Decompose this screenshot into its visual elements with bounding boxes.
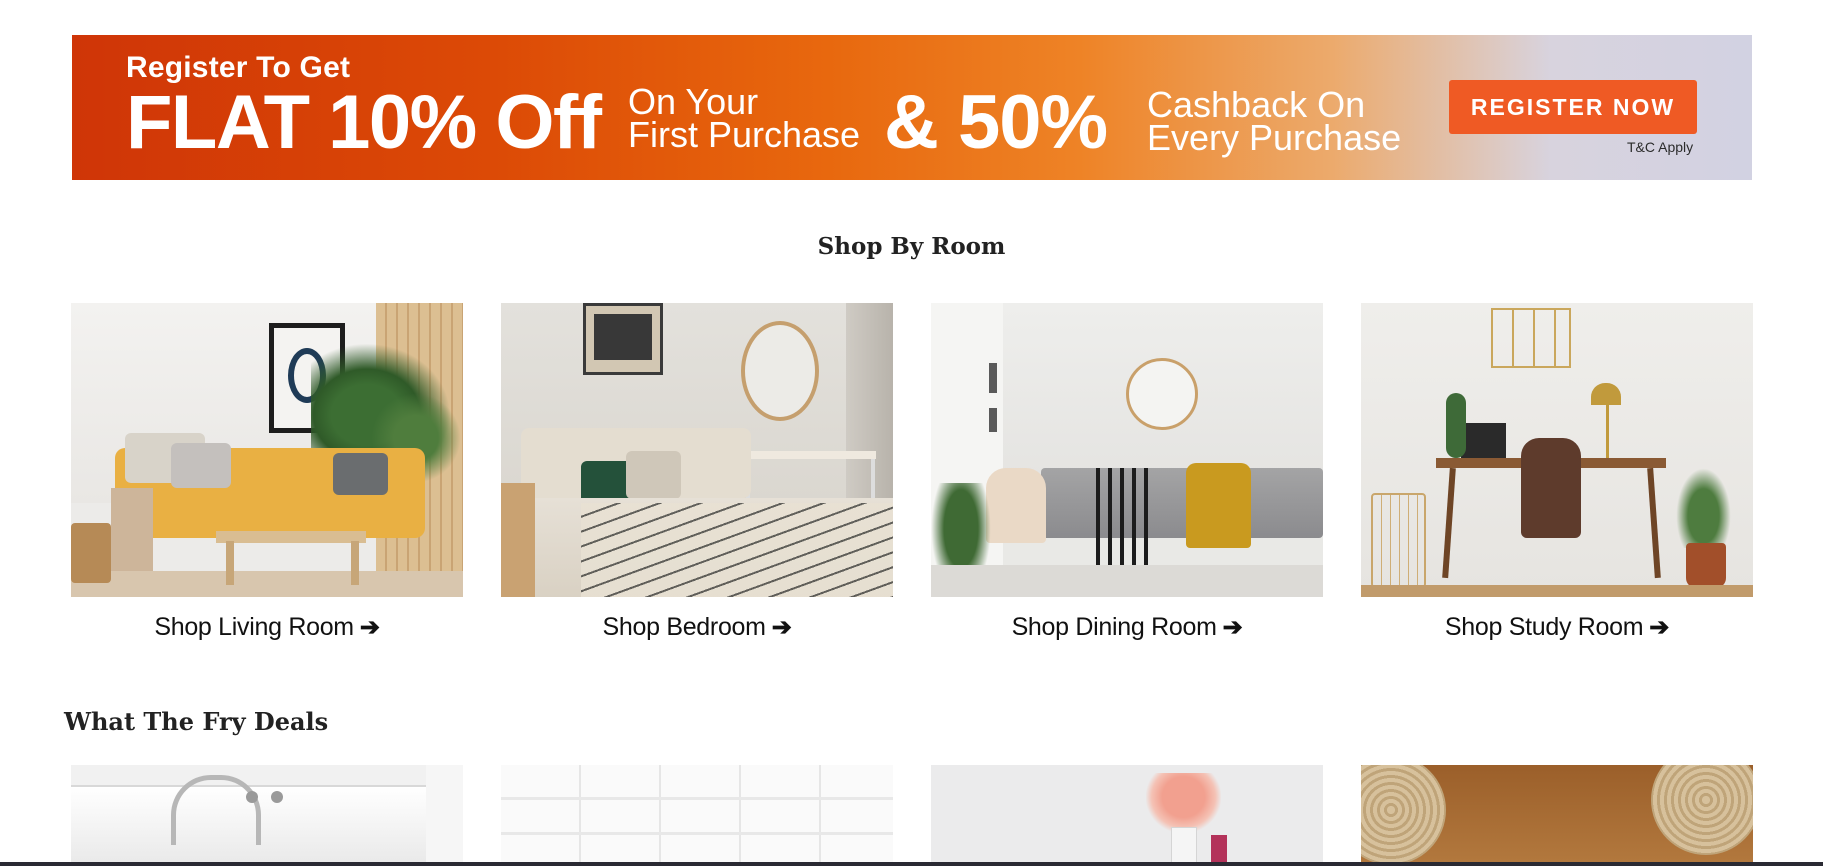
banner-cashback-text: Cashback On Every Purchase <box>1147 87 1402 158</box>
banner-cashback-amount: & 50% <box>884 80 1108 165</box>
banner-cashback-line2: Every Purchase <box>1147 117 1402 158</box>
arrow-right-icon: ➔ <box>771 614 792 641</box>
banner-first-purchase: On Your First Purchase <box>628 84 861 155</box>
room-link-label: Shop Study Room <box>1444 613 1644 641</box>
arrow-right-icon: ➔ <box>1222 614 1243 641</box>
shop-dining-room-link[interactable]: Shop Dining Room ➔ <box>931 613 1323 642</box>
register-now-button[interactable]: REGISTER NOW <box>1449 80 1697 134</box>
room-link-label: Shop Living Room <box>154 613 354 641</box>
banner-on-your-line2: First Purchase <box>628 114 861 155</box>
deal-card-bathtub[interactable] <box>71 765 463 866</box>
deals-title: What The Fry Deals <box>64 707 329 736</box>
shop-living-room-link[interactable]: Shop Living Room ➔ <box>71 613 463 642</box>
deal-card-brick-wall[interactable] <box>501 765 893 866</box>
dining-room-image[interactable] <box>931 303 1323 597</box>
arrow-right-icon: ➔ <box>359 614 380 641</box>
study-room-image[interactable] <box>1361 303 1753 597</box>
deal-card-makeup[interactable] <box>931 765 1323 866</box>
arrow-right-icon: ➔ <box>1649 614 1670 641</box>
bedroom-image[interactable] <box>501 303 893 597</box>
shop-study-room-link[interactable]: Shop Study Room ➔ <box>1361 613 1753 642</box>
shop-bedroom-link[interactable]: Shop Bedroom ➔ <box>501 613 893 642</box>
room-link-label: Shop Dining Room <box>1011 613 1217 641</box>
deal-card-coasters[interactable] <box>1361 765 1753 866</box>
living-room-image[interactable] <box>71 303 463 597</box>
shop-by-room-title: Shop By Room <box>817 233 1006 260</box>
room-card-bedroom[interactable]: Shop Bedroom ➔ <box>501 303 893 642</box>
terms-apply-text: T&C Apply <box>1627 139 1694 155</box>
room-card-study[interactable]: Shop Study Room ➔ <box>1361 303 1753 642</box>
promo-banner[interactable]: Register To Get FLAT 10% Off On Your Fir… <box>72 35 1752 180</box>
room-link-label: Shop Bedroom <box>602 613 766 641</box>
room-card-dining[interactable]: Shop Dining Room ➔ <box>931 303 1323 642</box>
bottom-edge-bar <box>0 862 1823 866</box>
banner-flat-off: FLAT 10% Off <box>126 80 602 165</box>
room-card-living[interactable]: Shop Living Room ➔ <box>71 303 463 642</box>
